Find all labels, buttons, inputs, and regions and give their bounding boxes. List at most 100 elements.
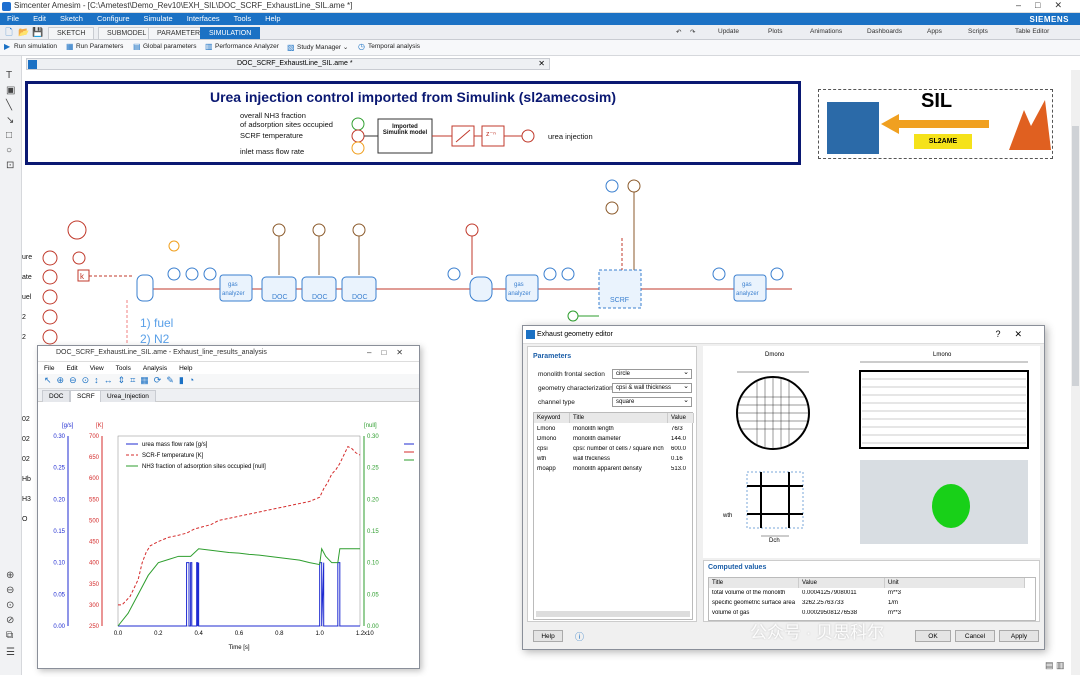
ellipse-tool-icon[interactable]: ○ <box>6 145 12 156</box>
redo-icon[interactable]: ↷ <box>690 28 695 36</box>
table-scrollbar[interactable] <box>536 611 690 617</box>
geometry-characterization-select[interactable]: cpsi & wall thickness <box>612 382 692 393</box>
rectangle-tool-icon[interactable]: □ <box>6 130 12 141</box>
menu-sketch[interactable]: Sketch <box>53 13 90 23</box>
results-menu-view[interactable]: View <box>84 364 110 372</box>
parameter-cell[interactable]: 600.0 <box>671 446 695 452</box>
parameter-cell[interactable]: 0.16 <box>671 456 695 462</box>
scripts-button[interactable]: Scripts <box>968 28 988 35</box>
help-close-controls[interactable]: ?✕ <box>995 329 1036 340</box>
results-title-bar: DOC_SCRF_ExhaustLine_SIL.ame - Exhaust_l… <box>38 346 419 362</box>
svg-text:gas: gas <box>228 282 238 288</box>
tab-sketch[interactable]: SKETCH <box>48 27 95 39</box>
computed-cell: 1/m <box>888 600 899 606</box>
global-parameters-label: Global parameters <box>143 43 197 50</box>
window-controls[interactable]: –□✕ <box>1016 0 1076 11</box>
geometry-diagram-panel: Dmono Lmono wth Dch <box>703 346 1040 558</box>
zoom-out-icon[interactable]: ⊖ <box>6 585 14 596</box>
results-menu-edit[interactable]: Edit <box>60 364 83 372</box>
results-window-controls[interactable]: –□✕ <box>367 348 413 357</box>
zoom-in-icon[interactable]: ⊕ <box>6 570 14 581</box>
results-menu-tools[interactable]: Tools <box>110 364 137 372</box>
scrollbar-thumb[interactable] <box>1072 126 1079 386</box>
plots-button[interactable]: Plots <box>768 28 782 35</box>
tab-urea-injection[interactable]: Urea_Injection <box>100 390 156 402</box>
apply-button[interactable]: Apply <box>999 630 1039 642</box>
global-parameters-button[interactable]: ▤ Global parameters <box>133 43 196 51</box>
results-plot[interactable]: [g/s] 0.00 0.05 0.10 0.15 0.20 0.25 0.30 [K] 250 3… <box>38 404 419 668</box>
tab-doc[interactable]: DOC <box>42 390 71 402</box>
amesim-icon <box>526 330 535 339</box>
output-label: urea injection <box>548 132 593 141</box>
image-tool-icon[interactable]: ▣ <box>6 85 15 96</box>
copy-icon[interactable]: ⧉ <box>6 630 13 641</box>
results-menu-help[interactable]: Help <box>173 364 198 372</box>
zoom-area-icon[interactable]: ⊘ <box>6 615 14 626</box>
arrow-tool-icon[interactable]: ↘ <box>6 115 14 126</box>
ok-button[interactable]: OK <box>915 630 951 642</box>
parameter-cell: Dmono <box>537 436 557 442</box>
params-icon: ▦ <box>66 42 74 51</box>
temporal-analysis-button[interactable]: ◷ Temporal analysis <box>358 43 420 51</box>
run-simulation-button[interactable]: ▶ Run simulation <box>4 43 57 51</box>
wth-label: wth <box>723 513 733 519</box>
save-icon[interactable]: 💾 <box>32 27 43 37</box>
channel-type-select[interactable]: square <box>612 396 692 407</box>
parameter-cell[interactable]: 76/3 <box>671 426 695 432</box>
table-editor-button[interactable]: Table Editor <box>1015 28 1049 35</box>
global-icon: ▤ <box>133 42 141 51</box>
computed-cell: m**3 <box>888 610 902 616</box>
run-parameters-button[interactable]: ▦ Run Parameters <box>66 43 123 51</box>
amesim-doc-icon <box>28 60 37 69</box>
info-icon[interactable]: ⓘ <box>575 630 584 643</box>
window-title: Simcenter Amesim - [C:\Ametest\Demo_Rev1… <box>14 1 353 10</box>
menu-simulate[interactable]: Simulate <box>137 13 180 23</box>
y-tick-label: 0.10 <box>367 561 379 567</box>
menu-configure[interactable]: Configure <box>90 13 137 23</box>
results-menu-analysis[interactable]: Analysis <box>137 364 173 372</box>
line-tool-icon[interactable]: ╲ <box>6 100 12 111</box>
geometry-title: Exhaust geometry editor <box>537 331 613 338</box>
tab-simulation[interactable]: SIMULATION <box>200 27 261 39</box>
y-tick-label: 550 <box>89 497 100 503</box>
shape-tool-icon[interactable]: ⊡ <box>6 160 14 171</box>
update-button[interactable]: Update <box>718 28 739 35</box>
status-icons[interactable]: ▤ ▥ <box>1045 660 1065 671</box>
help-button[interactable]: Help <box>533 630 563 642</box>
menu-interfaces[interactable]: Interfaces <box>180 13 227 23</box>
undo-icon[interactable]: ↶ <box>676 28 681 36</box>
study-manager-button[interactable]: ▧ Study Manager ⌄ <box>287 43 348 52</box>
parameter-cell[interactable]: 144.0 <box>671 436 695 442</box>
tab-submodel[interactable]: SUBMODEL <box>98 27 156 39</box>
new-file-icon[interactable]: 🗋 <box>4 27 14 37</box>
geometry-characterization-label: geometry characterization <box>538 385 613 392</box>
cancel-button[interactable]: Cancel <box>955 630 995 642</box>
document-tab[interactable]: DOC_SCRF_ExhaustLine_SIL.ame * ✕ <box>26 58 550 70</box>
signal-label: ure <box>22 254 33 261</box>
menu-edit[interactable]: Edit <box>26 13 53 23</box>
plot-tool-icons[interactable]: ↖⊕⊖⊙↕↔⇕⌗▦⟳✎▮◔ <box>44 375 199 386</box>
text-tool-icon[interactable]: T <box>6 70 12 81</box>
performance-analyzer-button[interactable]: ▥ Performance Analyzer <box>205 43 279 51</box>
signal-label: uel <box>22 294 32 301</box>
computed-cell: 0.000295081276538 <box>802 610 858 616</box>
apps-button[interactable]: Apps <box>927 28 942 35</box>
results-menu-file[interactable]: File <box>38 364 60 372</box>
performance-analyzer-label: Performance Analyzer <box>215 43 279 50</box>
tab-scrf[interactable]: SCRF <box>70 390 102 402</box>
animations-button[interactable]: Animations <box>810 28 842 35</box>
menu-tools[interactable]: Tools <box>227 13 259 23</box>
inlet-source <box>136 274 154 302</box>
matlab-logo-icon <box>1009 100 1051 150</box>
vertical-scrollbar[interactable] <box>1071 70 1080 675</box>
menu-file[interactable]: File <box>0 13 26 23</box>
frontal-section-select[interactable]: circle <box>612 368 692 379</box>
simulation-toolbar: ▶ Run simulation ▦ Run Parameters ▤ Global … <box>0 40 1080 56</box>
close-icon[interactable]: ✕ <box>538 59 545 68</box>
dashboards-button[interactable]: Dashboards <box>867 28 902 35</box>
zoom-fit-icon[interactable]: ⊙ <box>6 600 14 611</box>
list-icon[interactable]: ☰ <box>6 647 15 658</box>
parameter-cell[interactable]: 513.0 <box>671 466 695 472</box>
open-file-icon[interactable]: 📂 <box>18 27 29 37</box>
menu-help[interactable]: Help <box>258 13 287 23</box>
